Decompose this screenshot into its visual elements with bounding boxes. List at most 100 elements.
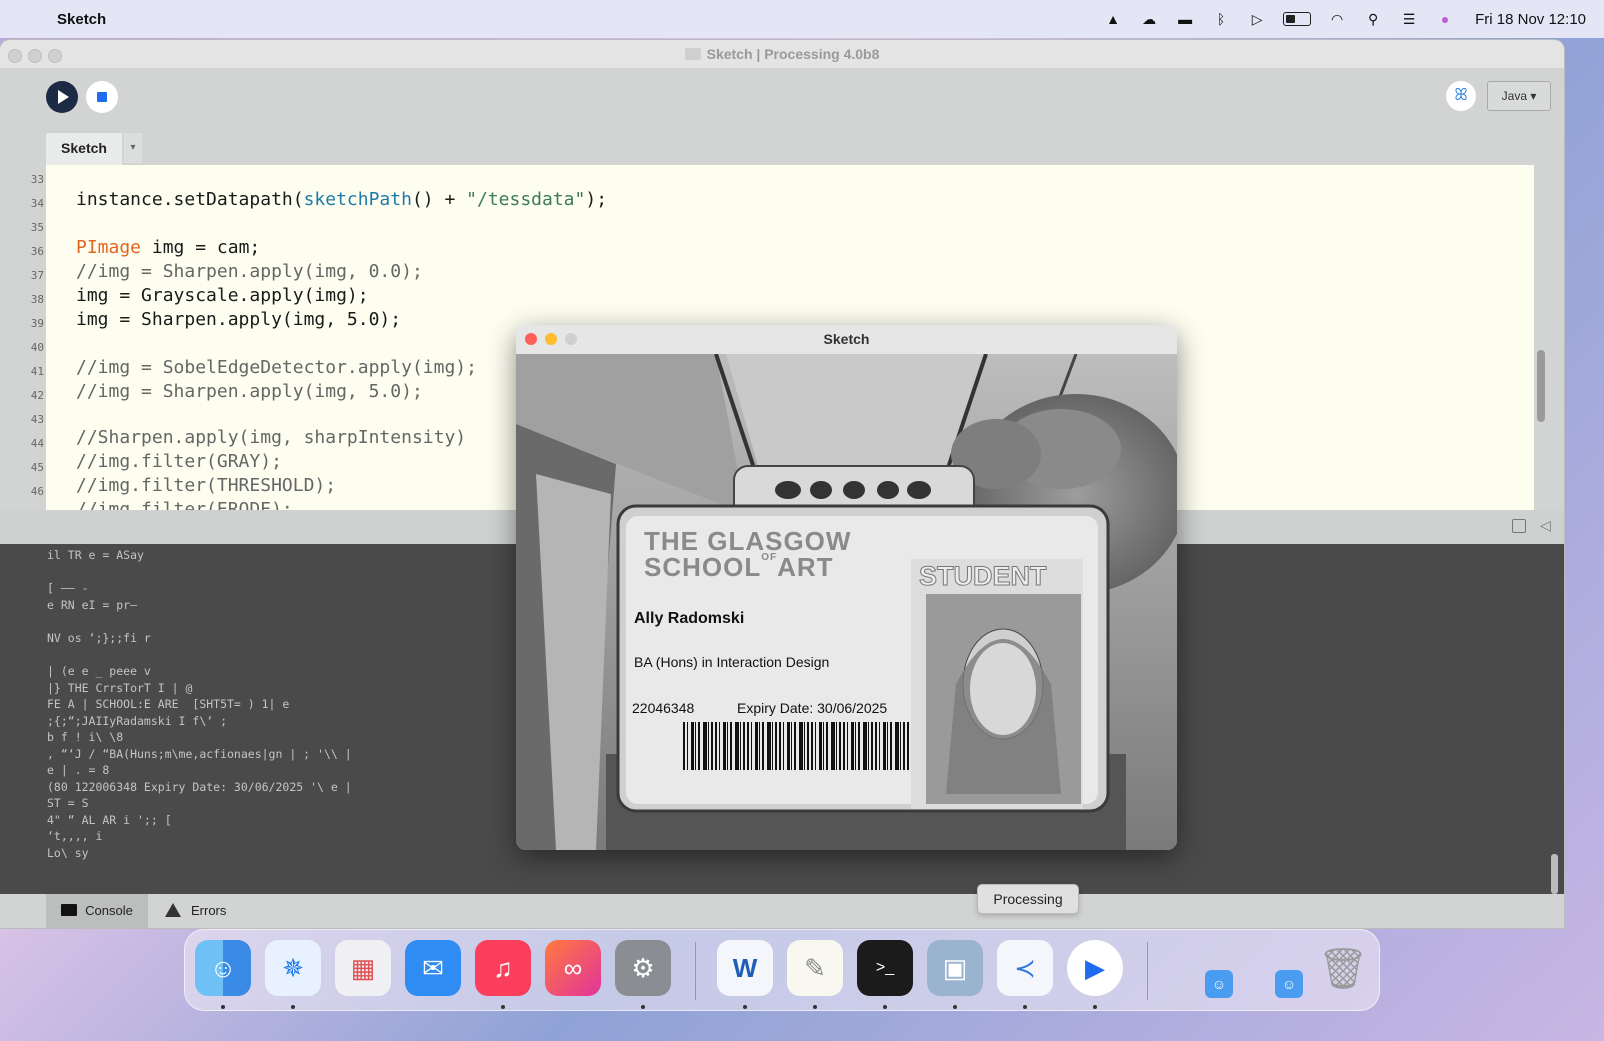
barcode-bar — [703, 722, 707, 770]
preview-icon[interactable]: ▣ — [927, 940, 983, 996]
barcode-bar — [762, 722, 764, 770]
barcode-bar — [727, 722, 728, 770]
barcode-bar — [879, 722, 880, 770]
code-line[interactable]: //img.filter(ERODE); — [76, 499, 293, 510]
console-line: (80 122006348 Expiry Date: 30/06/2025 '\… — [47, 780, 352, 794]
launchpad-icon[interactable]: ▦ — [335, 940, 391, 996]
barcode-bar — [783, 722, 784, 770]
system-preferences-icon[interactable]: ⚙ — [615, 940, 671, 996]
console-line: ;{;“;JAIIyRadamski I f\‘ ; — [47, 714, 228, 728]
barcode-bar — [791, 722, 792, 770]
barcode-bar — [875, 722, 877, 770]
drive-icon[interactable]: ▲ — [1103, 11, 1123, 27]
code-line[interactable]: //img = SobelEdgeDetector.apply(img); — [76, 357, 477, 378]
battery-icon[interactable] — [1283, 12, 1312, 26]
music-icon[interactable]: ♫ — [475, 940, 531, 996]
menu-app-name[interactable]: Sketch — [57, 11, 106, 28]
code-line[interactable]: img = Grayscale.apply(img); — [76, 285, 369, 306]
line-number: 45 — [30, 461, 44, 474]
code-line[interactable]: //img.filter(GRAY); — [76, 451, 282, 472]
barcode-bar — [772, 722, 773, 770]
barcode-bar — [836, 722, 837, 770]
console-scrollbar[interactable] — [1551, 854, 1558, 894]
debug-button[interactable]: ꕤ — [1446, 81, 1476, 111]
mode-selector[interactable]: Java ▾ — [1487, 81, 1551, 111]
display-icon[interactable]: ▬ — [1175, 11, 1195, 27]
barcode-bar — [855, 722, 856, 770]
tab-console[interactable]: Console — [46, 894, 148, 928]
line-number: 33 — [30, 173, 44, 186]
sketch-titlebar[interactable]: Sketch — [516, 325, 1177, 354]
word-icon[interactable]: W — [717, 940, 773, 996]
creative-cloud-icon[interactable]: ∞ — [545, 940, 601, 996]
menu-bar: Sketch ▲ ☁ ▬ ᛒ ▷ ◠ ⚲ ☰ ● Fri 18 Nov 12:1… — [0, 0, 1604, 38]
stop-button[interactable] — [86, 81, 118, 113]
barcode-bar — [819, 722, 822, 770]
safari-icon[interactable]: ✵ — [265, 940, 321, 996]
card-role: STUDENT — [919, 561, 1047, 592]
console-line: e | . = 8 — [47, 763, 110, 777]
barcode-bar — [847, 722, 848, 770]
tab-errors[interactable]: Errors — [165, 894, 255, 928]
barcode-bar — [794, 722, 796, 770]
console-line: Lo\ sy — [47, 846, 89, 860]
code-line[interactable]: img = Sharpen.apply(img, 5.0); — [76, 309, 401, 330]
barcode-bar — [900, 722, 901, 770]
barcode-bar — [695, 722, 696, 770]
control-center-icon[interactable]: ☰ — [1399, 11, 1419, 27]
barcode-bar — [807, 722, 809, 770]
creative-cloud-icon[interactable]: ☁ — [1139, 11, 1159, 27]
sketch-output-window[interactable]: Sketch THE GLASGOW SCHOOLOFART STUDENT A… — [516, 325, 1177, 850]
warning-icon — [165, 903, 181, 917]
running-indicator — [501, 1005, 505, 1009]
window-titlebar[interactable]: Sketch | Processing 4.0b8 — [0, 40, 1564, 69]
barcode-bar — [831, 722, 835, 770]
collapse-icon[interactable]: ◁ — [1540, 517, 1551, 534]
run-button[interactable] — [46, 81, 78, 113]
wifi-icon[interactable]: ◠ — [1327, 11, 1347, 27]
running-indicator — [221, 1005, 225, 1009]
menu-clock[interactable]: Fri 18 Nov 12:10 — [1475, 11, 1586, 28]
running-indicator — [953, 1005, 957, 1009]
mail-icon[interactable]: ✉ — [405, 940, 461, 996]
play-icon[interactable]: ▷ — [1247, 11, 1267, 27]
editor-scrollbar[interactable] — [1537, 350, 1545, 422]
tab-menu-button[interactable]: ▾ — [124, 133, 142, 163]
barcode-bar — [890, 722, 892, 770]
barcode-bar — [887, 722, 888, 770]
finder-icon[interactable]: ☺ — [195, 940, 251, 996]
line-number-gutter: 33 34 35 36 37 38 39 40 41 42 43 44 45 4… — [0, 165, 46, 510]
card-id-number: 22046348 — [632, 700, 695, 716]
trash-icon[interactable]: 🗑 — [1315, 940, 1371, 996]
barcode-bar — [691, 722, 694, 770]
vscode-icon[interactable]: ≺ — [997, 940, 1053, 996]
code-line[interactable]: instance.setDatapath(sketchPath() + "/te… — [76, 189, 607, 210]
tab-sketch[interactable]: Sketch — [46, 133, 122, 165]
bluetooth-icon[interactable]: ᛒ — [1211, 11, 1231, 27]
textedit-icon[interactable]: ✎ — [787, 940, 843, 996]
spotlight-icon[interactable]: ⚲ — [1363, 11, 1383, 27]
code-line[interactable]: //Sharpen.apply(img, sharpIntensity) — [76, 427, 466, 448]
barcode-bar — [775, 722, 777, 770]
code-line[interactable]: PImage img = cam; — [76, 237, 260, 258]
barcode-bar — [895, 722, 899, 770]
running-indicator — [291, 1005, 295, 1009]
line-number: 36 — [30, 245, 44, 258]
processing-icon[interactable]: ▶ — [1067, 940, 1123, 996]
barcode-bar — [868, 722, 869, 770]
barcode-bar — [823, 722, 824, 770]
code-line[interactable]: //img = Sharpen.apply(img, 0.0); — [76, 261, 423, 282]
barcode-bar — [698, 722, 700, 770]
dock-tooltip: Processing — [977, 884, 1079, 914]
finder-folder-icon[interactable]: ☺ — [1205, 970, 1233, 998]
finder-folder-icon[interactable]: ☺ — [1275, 970, 1303, 998]
code-line[interactable]: //img = Sharpen.apply(img, 5.0); — [76, 381, 423, 402]
line-number: 40 — [30, 341, 44, 354]
code-line[interactable]: //img.filter(THRESHOLD); — [76, 475, 336, 496]
dock-separator — [1147, 942, 1148, 1000]
copy-icon[interactable] — [1512, 519, 1526, 533]
siri-icon[interactable]: ● — [1435, 11, 1455, 27]
line-number: 37 — [30, 269, 44, 282]
barcode-bar — [858, 722, 860, 770]
terminal-icon[interactable]: >_ — [857, 940, 913, 996]
